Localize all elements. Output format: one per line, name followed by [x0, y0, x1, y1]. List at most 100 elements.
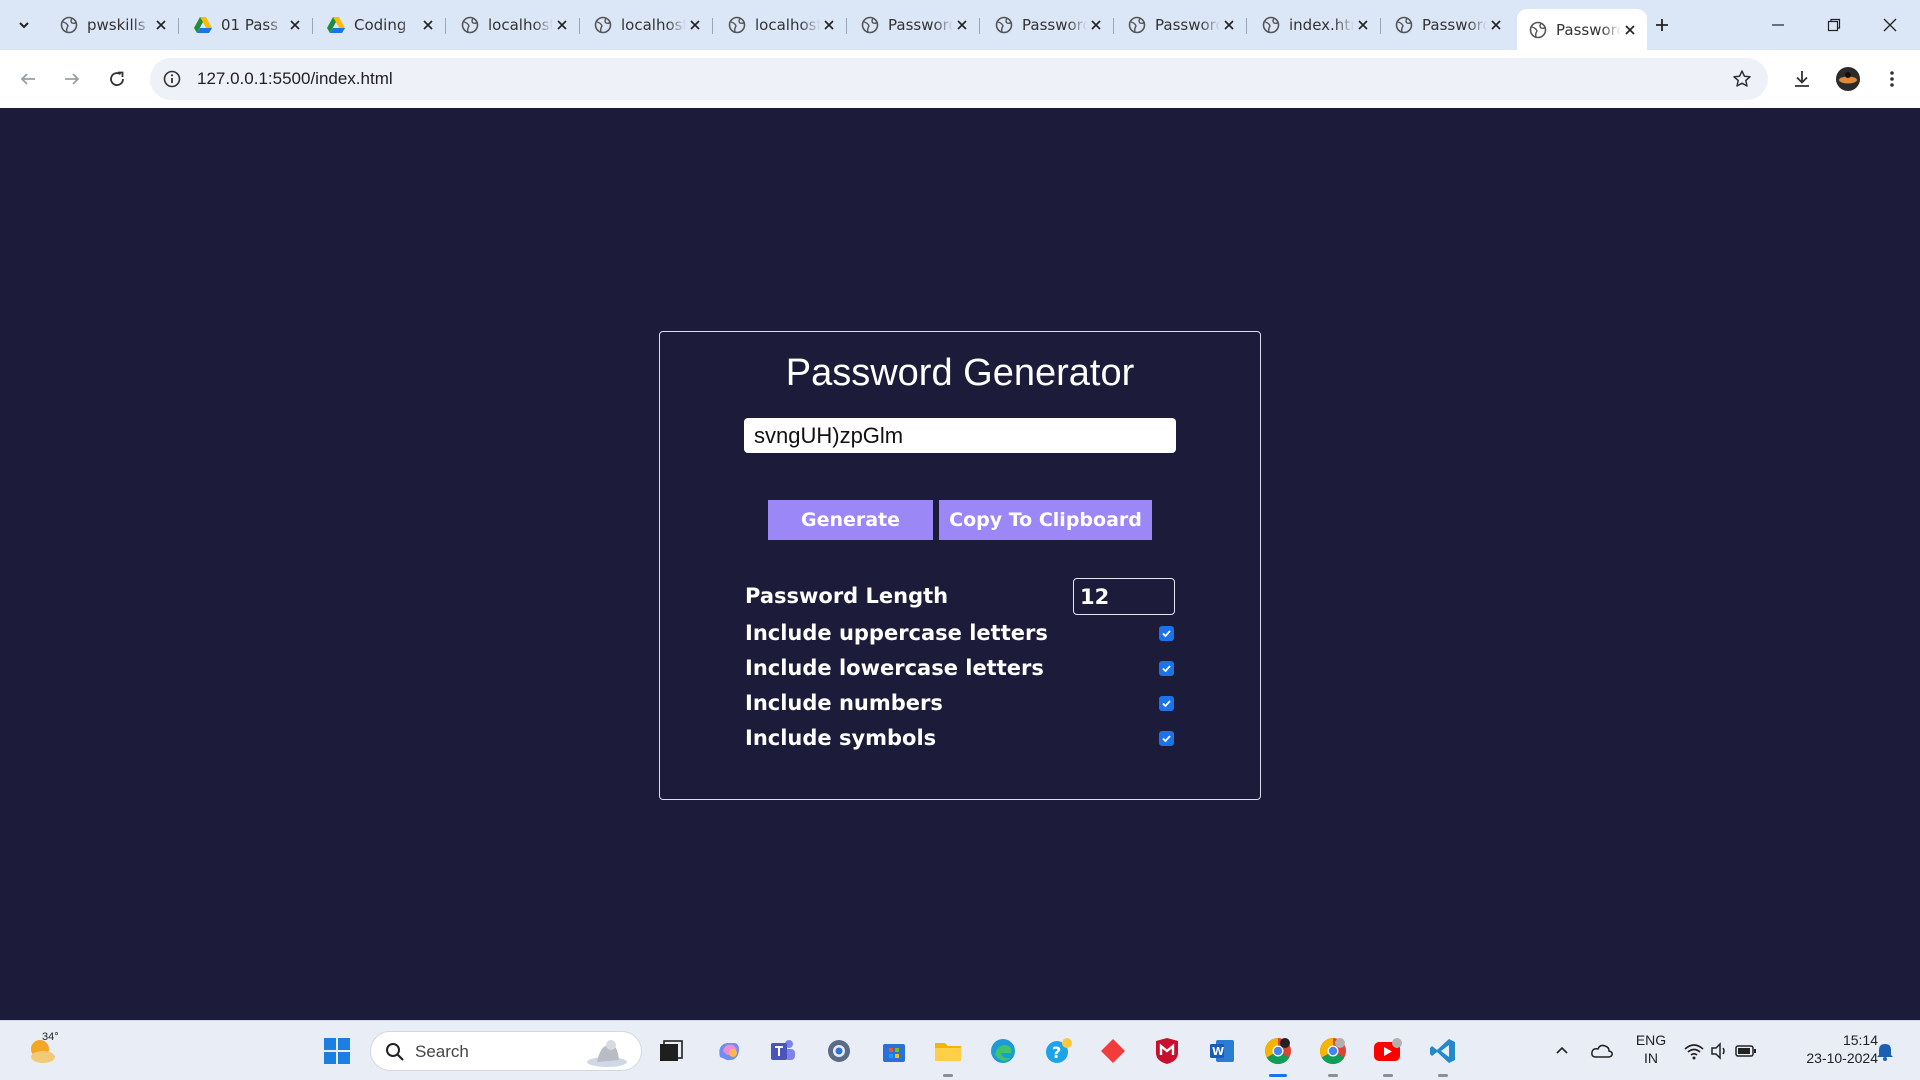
- close-window-button[interactable]: [1862, 0, 1918, 50]
- password-generator-card: Password Generator Generate Copy To Clip…: [659, 331, 1261, 800]
- browser-tab[interactable]: localhost: [449, 9, 580, 41]
- tab-search-button[interactable]: [10, 11, 38, 39]
- close-tab-icon[interactable]: [953, 16, 971, 34]
- close-tab-icon[interactable]: [1354, 16, 1372, 34]
- site-info-icon[interactable]: [160, 67, 184, 91]
- password-length-input[interactable]: [1073, 578, 1175, 615]
- copilot-app[interactable]: [713, 1035, 745, 1067]
- globe-icon: [461, 16, 479, 34]
- profile-avatar[interactable]: [1832, 63, 1864, 95]
- tab-separator: [445, 18, 446, 34]
- teams-icon: [771, 1040, 795, 1060]
- task-view-app[interactable]: [655, 1035, 687, 1067]
- close-tab-icon[interactable]: [1220, 16, 1238, 34]
- vscode-icon: [1430, 1039, 1455, 1063]
- address-bar[interactable]: 127.0.0.1:5500/index.html: [150, 58, 1768, 100]
- uppercase-checkbox[interactable]: [1159, 626, 1174, 641]
- minimize-button[interactable]: [1750, 0, 1806, 50]
- close-tab-icon[interactable]: [152, 16, 170, 34]
- browser-tab[interactable]: 01 Pass: [182, 9, 313, 41]
- browser-tab[interactable]: Coding: [315, 9, 446, 41]
- close-tab-icon[interactable]: [286, 16, 304, 34]
- browser-tab-title: Password: [888, 16, 953, 34]
- globe-icon: [1262, 16, 1280, 34]
- google-drive-icon: [194, 16, 212, 34]
- symbols-label: Include symbols: [745, 726, 937, 750]
- avatar-icon: [1836, 67, 1860, 91]
- clock[interactable]: 15:14 23-10-2024: [1778, 1031, 1878, 1067]
- close-tab-icon[interactable]: [553, 16, 571, 34]
- password-output[interactable]: [744, 418, 1176, 453]
- settings-app[interactable]: [823, 1035, 855, 1067]
- browser-tab[interactable]: Password: [1517, 9, 1647, 50]
- browser-tab-title: localhost: [488, 16, 553, 34]
- close-tab-icon[interactable]: [1487, 16, 1505, 34]
- browser-tab[interactable]: pwskills: [48, 9, 179, 41]
- browser-tab[interactable]: Password: [1383, 9, 1513, 41]
- bookmark-star-icon[interactable]: [1730, 67, 1754, 91]
- taskbar-search[interactable]: Search: [370, 1031, 642, 1071]
- close-tab-icon[interactable]: [419, 16, 437, 34]
- close-tab-icon[interactable]: [1087, 16, 1105, 34]
- browser-tab-title: index.html: [1289, 16, 1354, 34]
- forward-button[interactable]: [56, 63, 88, 95]
- youtube-app[interactable]: [1372, 1035, 1404, 1067]
- mcafee-app[interactable]: [1151, 1035, 1183, 1067]
- browser-tab[interactable]: localhost: [582, 9, 713, 41]
- globe-icon: [861, 16, 879, 34]
- windows-icon: [324, 1038, 350, 1064]
- notifications-button[interactable]: [1870, 1035, 1900, 1067]
- globe-icon: [728, 16, 746, 34]
- lowercase-checkbox[interactable]: [1159, 661, 1174, 676]
- chat-help-icon: ?: [1046, 1038, 1072, 1063]
- browser-tab[interactable]: Password: [849, 9, 980, 41]
- globe-icon: [60, 16, 78, 34]
- restore-button[interactable]: [1806, 0, 1862, 50]
- bell-icon: [1877, 1044, 1893, 1061]
- skype-like-app[interactable]: ?: [1043, 1035, 1075, 1067]
- tab-separator: [712, 18, 713, 34]
- chrome-profile-app[interactable]: [1317, 1035, 1349, 1067]
- battery-icon: [1735, 1045, 1756, 1057]
- show-hidden-icons-button[interactable]: [1546, 1035, 1578, 1067]
- tab-separator: [312, 18, 313, 34]
- browser-tab-title: Password: [1155, 16, 1220, 34]
- store-app[interactable]: [878, 1035, 910, 1067]
- red-diamond-app[interactable]: [1097, 1035, 1129, 1067]
- start-button[interactable]: [321, 1035, 353, 1067]
- teams-app[interactable]: [767, 1035, 799, 1067]
- word-app[interactable]: W: [1206, 1035, 1238, 1067]
- numbers-checkbox[interactable]: [1159, 696, 1174, 711]
- system-tray-status[interactable]: [1680, 1035, 1760, 1067]
- edge-app[interactable]: [987, 1035, 1019, 1067]
- browser-tab[interactable]: index.html: [1250, 9, 1381, 41]
- arrow-left-icon: [20, 73, 35, 85]
- symbols-checkbox[interactable]: [1159, 731, 1174, 746]
- back-button[interactable]: [12, 63, 44, 95]
- new-tab-button[interactable]: [1648, 13, 1676, 37]
- close-tab-icon[interactable]: [686, 16, 704, 34]
- file-explorer-app[interactable]: [932, 1035, 964, 1067]
- tab-separator: [1113, 18, 1114, 34]
- input-language[interactable]: ENG IN: [1630, 1031, 1672, 1067]
- browser-tab[interactable]: Password: [1116, 9, 1247, 41]
- browser-tab[interactable]: Password: [983, 9, 1114, 41]
- copy-to-clipboard-button[interactable]: Copy To Clipboard: [939, 500, 1152, 540]
- chrome-icon: [1319, 1037, 1346, 1065]
- vscode-app[interactable]: [1427, 1035, 1459, 1067]
- browser-tab[interactable]: localhost: [716, 9, 847, 41]
- onedrive-tray[interactable]: [1586, 1035, 1618, 1067]
- close-tab-icon[interactable]: [820, 16, 838, 34]
- generate-button[interactable]: Generate: [768, 500, 933, 540]
- chrome-app[interactable]: [1262, 1035, 1294, 1067]
- downloads-button[interactable]: [1786, 63, 1818, 95]
- diamond-icon: [1101, 1039, 1125, 1063]
- tab-strip: pwskills 01 Pass Coding localhost localhost l…: [0, 0, 1920, 50]
- browser-tab-title: Password: [1422, 16, 1487, 34]
- address-url: 127.0.0.1:5500/index.html: [197, 69, 393, 88]
- chevron-up-icon: [1556, 1046, 1568, 1054]
- clock-date: 23-10-2024: [1806, 1050, 1878, 1066]
- close-tab-icon[interactable]: [1621, 21, 1639, 39]
- reload-button[interactable]: [101, 63, 133, 95]
- browser-menu-button[interactable]: [1876, 63, 1908, 95]
